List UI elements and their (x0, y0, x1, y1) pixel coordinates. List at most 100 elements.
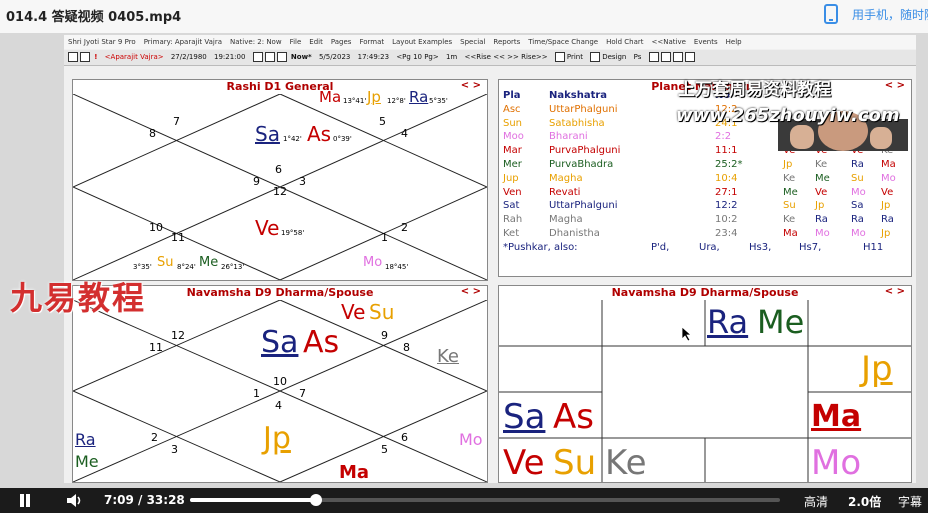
progress-bar[interactable] (190, 494, 780, 506)
d9s-ascendant: As (553, 397, 594, 437)
pause-icon[interactable] (20, 494, 24, 507)
phone-icon[interactable] (824, 4, 838, 24)
menu-item[interactable]: Special (460, 38, 485, 46)
print-button[interactable]: Print (567, 53, 583, 61)
nak-cell: Ke (783, 172, 796, 184)
design-button[interactable]: Design (602, 53, 626, 61)
native-name[interactable]: <Aparajit Vajra> (105, 53, 164, 61)
nak-cell: Jp (783, 158, 793, 170)
d9-house-6: 6 (401, 431, 408, 444)
rashi-house-9: 9 (253, 175, 260, 188)
menu-item[interactable]: Format (359, 38, 384, 46)
menu-item[interactable]: File (290, 38, 302, 46)
rashi-sun-degree: 8°24' (177, 263, 196, 271)
nak-cell: Magha (549, 214, 583, 226)
progress-fill (190, 498, 317, 502)
subtitle-button[interactable]: 字幕 (898, 493, 922, 510)
rashi-moon-degree: 18°45' (385, 263, 409, 271)
rise-nav[interactable]: <<Rise << >> Rise>> (464, 53, 547, 61)
rashi-nav[interactable]: < > (461, 80, 481, 91)
volume-icon[interactable] (66, 493, 84, 508)
layout-icon[interactable] (660, 52, 671, 62)
design-icon[interactable] (590, 52, 601, 62)
d9-house-2: 2 (151, 431, 158, 444)
nak-cell: UttarPhalguni (549, 103, 618, 115)
list-icon[interactable] (276, 52, 287, 62)
rashi-mars: Ma (319, 88, 342, 106)
nak-cell: 27:1 (715, 186, 738, 198)
menu-item[interactable]: Reports (493, 38, 520, 46)
rashi-house-2: 2 (401, 221, 408, 234)
ps-button[interactable]: Ps (634, 53, 642, 61)
nak-cell: Rah (503, 214, 523, 226)
d9-south-nav[interactable]: < > (885, 286, 905, 297)
birth-time: 19:21:00 (213, 53, 246, 61)
nak-row: Ven Revati 27:1 Me Ve Mo Ve (503, 187, 908, 201)
page-stepper[interactable]: <Pg 10 Pg> (396, 53, 438, 61)
table-icon[interactable] (648, 52, 659, 62)
menu-item[interactable]: Hold Chart (606, 38, 643, 46)
save-icon[interactable] (80, 52, 90, 62)
rashi-house-3: 3 (299, 175, 306, 188)
print-icon[interactable] (554, 52, 565, 62)
d9s-moon: Mo (811, 443, 862, 483)
menu-item[interactable]: <<Native (652, 38, 686, 46)
d9s-rahu: Ra (707, 303, 749, 341)
d9-moon: Mo (459, 430, 483, 449)
rashi-saturn-degree: 1°42' (283, 135, 302, 143)
d9-rahu: Ra (75, 430, 96, 449)
d9-north-nav[interactable]: < > (461, 286, 481, 297)
speed-button[interactable]: 2.0倍 (848, 493, 881, 510)
nak-cell: Mar (503, 145, 522, 157)
d9s-mercury: Me (757, 303, 805, 341)
clock-icon[interactable] (684, 52, 695, 62)
nak-cell: Mo (881, 172, 896, 184)
video-stage[interactable]: Shri Jyoti Star 9 Pro Primary: Aparajit V… (0, 33, 928, 488)
d9-house-11: 11 (149, 341, 163, 354)
grid-icon[interactable] (264, 52, 275, 62)
rashi-venus: Ve (255, 216, 280, 240)
menu-item[interactable]: Pages (331, 38, 352, 46)
menu-item[interactable]: Time/Space Change (528, 38, 598, 46)
nak-cell: Mo (851, 227, 866, 239)
chart-icon[interactable] (252, 52, 263, 62)
nak-footer-item: P'd, (651, 241, 670, 253)
nak-cell: Ven (503, 186, 522, 198)
menu-item[interactable]: Layout Examples (392, 38, 452, 46)
window-icon[interactable] (672, 52, 683, 62)
d9-house-1: 1 (253, 387, 260, 400)
menu-item[interactable]: Events (694, 38, 718, 46)
d9s-ketu: Ke (605, 443, 647, 483)
progress-handle[interactable] (310, 494, 323, 506)
rashi-ascendant-degree: 0°39' (333, 135, 352, 143)
d9-house-12: 12 (171, 329, 185, 342)
rashi-mercury: Me (199, 255, 219, 270)
now-button[interactable]: Now* (291, 53, 312, 61)
alert-icon[interactable]: ! (94, 53, 97, 61)
menu-item[interactable]: Primary: Aparajit Vajra (144, 38, 222, 46)
d9-sun: Su (369, 300, 395, 324)
nak-cell: Jp (881, 227, 891, 239)
rashi-house-4: 4 (401, 127, 408, 140)
menu-item[interactable]: Native: 2: Now (230, 38, 282, 46)
nak-cell: Ma (881, 158, 896, 170)
menu-item[interactable]: Edit (309, 38, 323, 46)
nak-cell: PurvaPhalguni (549, 145, 621, 157)
rashi-house-12: 12 (273, 185, 287, 198)
new-icon[interactable] (68, 52, 78, 62)
d9-house-10: 10 (273, 375, 287, 388)
menu-item[interactable]: Shri Jyoti Star 9 Pro (68, 38, 136, 46)
nak-header: Pla (503, 90, 521, 101)
nak-cell: Magha (549, 172, 583, 184)
nak-cell: Ket (503, 227, 520, 239)
video-header: 014.4 答疑视频 0405.mp4 用手机，随时随 (0, 0, 928, 33)
nak-footer-item: H11 (863, 241, 884, 253)
menu-item[interactable]: Help (726, 38, 742, 46)
quality-button[interactable]: 高清 (804, 493, 828, 510)
watch-on-phone-link[interactable]: 用手机，随时随 (852, 6, 928, 23)
d9s-mars: Ma (811, 399, 862, 434)
d9-house-9: 9 (381, 329, 388, 342)
step-size[interactable]: 1m (446, 53, 457, 61)
menu-bar: Shri Jyoti Star 9 Pro Primary: Aparajit V… (64, 35, 916, 49)
d9-jupiter: Jp (263, 421, 291, 456)
